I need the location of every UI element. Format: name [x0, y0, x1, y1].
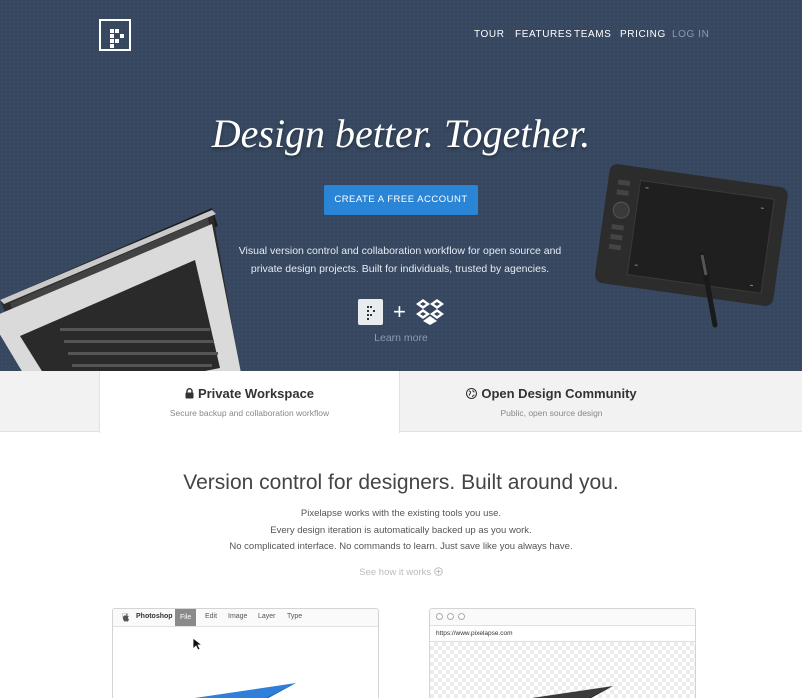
- lock-icon: [185, 388, 194, 399]
- browser-titlebar: [430, 609, 695, 626]
- pixelapse-icon: [358, 299, 383, 325]
- globe-icon: [466, 388, 478, 399]
- hero-headline: Design better. Together.: [211, 111, 591, 156]
- hero-subtext: Visual version control and collaboration…: [230, 242, 570, 278]
- browser-url: https://www.pixelapse.com: [436, 630, 513, 637]
- nav-tour[interactable]: TOUR: [474, 29, 505, 40]
- browser-url-bar[interactable]: https://www.pixelapse.com: [430, 626, 695, 642]
- menu-layer[interactable]: Layer: [258, 613, 276, 620]
- browser-window: https://www.pixelapse.com: [429, 608, 696, 698]
- nav-features[interactable]: FEATURES: [515, 29, 572, 40]
- tab-open-label: Open Design Community: [481, 386, 637, 401]
- tab-open-subtitle: Public, open source design: [500, 408, 603, 418]
- menu-file[interactable]: File: [175, 609, 197, 626]
- menu-edit[interactable]: Edit: [205, 613, 217, 620]
- tab-open-title: Open Design Community: [400, 386, 703, 401]
- menu-image[interactable]: Image: [228, 613, 247, 620]
- create-account-button[interactable]: CREATE A FREE ACCOUNT: [324, 185, 478, 215]
- laptop-illustration: [0, 208, 241, 371]
- hero-subtext-line2: private design projects. Built for indiv…: [250, 263, 550, 275]
- apple-logo-icon: [123, 613, 129, 622]
- window-zoom-dot[interactable]: [458, 613, 465, 620]
- tab-private-title: Private Workspace: [100, 386, 399, 401]
- photoshop-window:  Photoshop File Edit Image Layer Type: [112, 608, 379, 698]
- section-line1: Pixelapse works with the existing tools …: [300, 508, 502, 519]
- tab-private-label: Private Workspace: [197, 386, 315, 401]
- paper-plane-blue-icon: [194, 683, 296, 698]
- section-body: Pixelapse works with the existing tools …: [0, 506, 802, 556]
- section-line3: No complicated interface. No commands to…: [229, 541, 573, 552]
- see-how-it-works-link[interactable]: See how it works: [0, 567, 802, 578]
- tab-open-design-community[interactable]: Open Design Community Public, open sourc…: [400, 371, 703, 432]
- hero-section: TOUR FEATURES TEAMS PRICING LOG IN Desig…: [0, 0, 802, 371]
- nav-login[interactable]: LOG IN: [672, 29, 710, 40]
- nav-pricing[interactable]: PRICING: [620, 29, 666, 40]
- see-how-label: See how it works: [359, 567, 432, 578]
- workspace-tabs: Private Workspace Secure backup and coll…: [0, 371, 802, 433]
- tab-private-subtitle: Secure backup and collaboration workflow: [169, 408, 330, 418]
- window-minimize-dot[interactable]: [447, 613, 454, 620]
- photoshop-app-name: Photoshop: [136, 613, 173, 620]
- top-nav: TOUR FEATURES TEAMS PRICING LOG IN: [0, 29, 802, 43]
- circle-plus-icon: [433, 567, 443, 576]
- menu-type[interactable]: Type: [287, 613, 302, 620]
- photoshop-menubar:  Photoshop File Edit Image Layer Type: [113, 609, 378, 627]
- section-title: Version control for designers. Built aro…: [183, 471, 619, 494]
- plus-sign: +: [393, 299, 406, 324]
- hero-subtext-line1: Visual version control and collaboration…: [238, 245, 562, 257]
- drawing-tablet-illustration: [594, 164, 788, 328]
- dropbox-icon: [416, 299, 444, 325]
- nav-teams[interactable]: TEAMS: [574, 29, 611, 40]
- tab-private-workspace[interactable]: Private Workspace Secure backup and coll…: [99, 371, 400, 433]
- paper-plane-dark-icon: [532, 686, 613, 698]
- window-close-dot[interactable]: [436, 613, 443, 620]
- section-line2: Every design iteration is automatically …: [270, 524, 532, 536]
- mouse-cursor-icon: [192, 637, 202, 651]
- learn-more-link[interactable]: Learn more: [0, 332, 802, 344]
